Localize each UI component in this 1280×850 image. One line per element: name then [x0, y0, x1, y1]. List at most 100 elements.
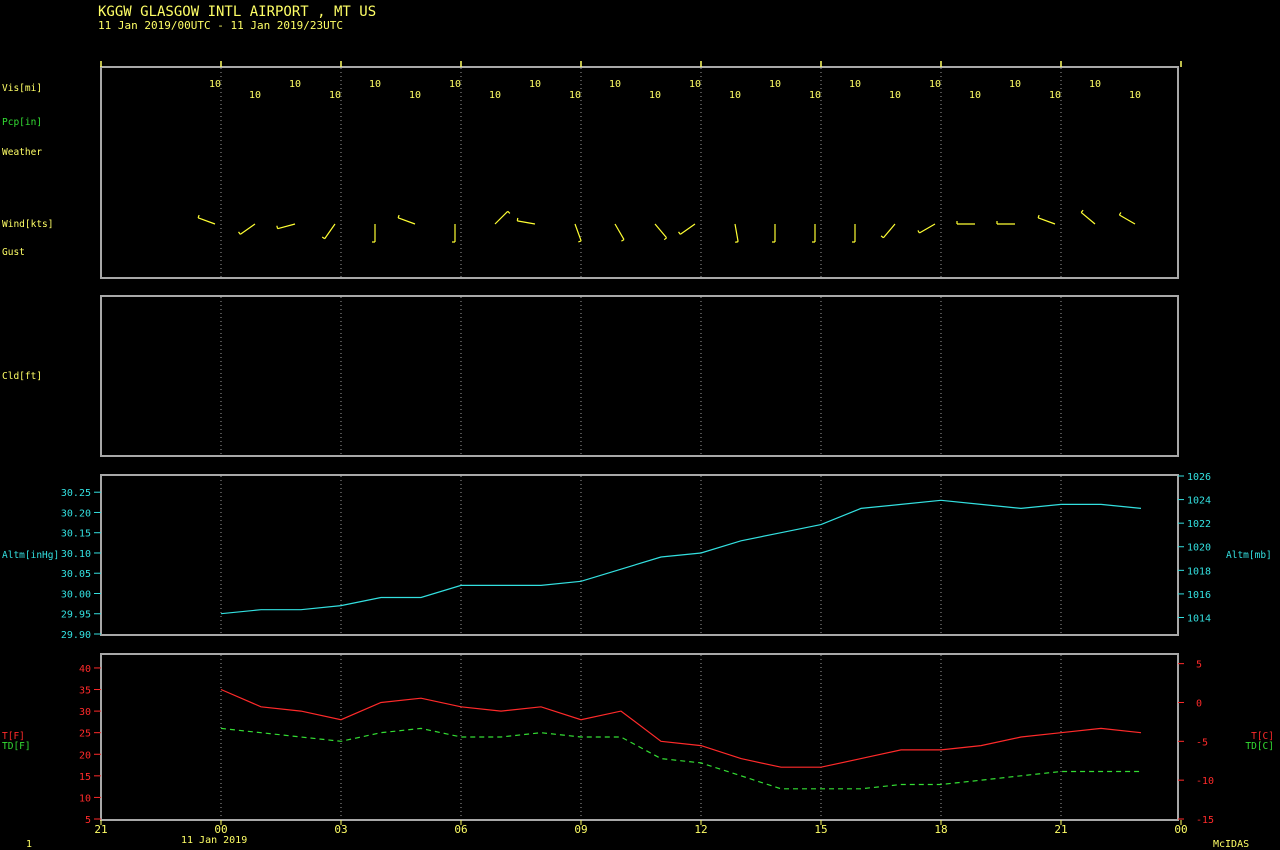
wind-barb [734, 223, 739, 242]
altimeter-mb-tick-label: 1022 [1187, 519, 1211, 530]
temperature-f-tick-label: 10 [79, 793, 91, 804]
wind-barb-flag [1080, 209, 1084, 213]
wind-barb [324, 223, 336, 240]
time-range: 11 Jan 2019/00UTC - 11 Jan 2019/23UTC [98, 19, 343, 32]
x-tick-label: 21 [1054, 823, 1067, 836]
altimeter-inhg-tick-label: 30.15 [61, 529, 91, 540]
visibility-value: 10 [969, 90, 981, 101]
wind-barb-flag [663, 237, 667, 241]
visibility-value: 10 [889, 90, 901, 101]
temperature-f-tick-label: 5 [85, 815, 91, 826]
altimeter-mb-tick-label: 1020 [1187, 543, 1211, 554]
wind-barb [574, 223, 582, 242]
altimeter-mb-label: Altm[mb] [1226, 550, 1272, 561]
wind-barb [1037, 217, 1056, 225]
temperature-layer: 5 10 15 20 25 30 35 40 5 0 -5 -10 -15 [79, 660, 1214, 826]
visibility-value: 10 [289, 79, 301, 90]
dewpoint-f-label: TD[F] [2, 741, 31, 752]
altimeter-inhg-tick-label: 30.20 [61, 508, 91, 519]
x-tick-label: 09 [574, 823, 587, 836]
gust-label: Gust [2, 247, 25, 258]
x-tick-label: 12 [694, 823, 707, 836]
obs-panel-frame [100, 66, 1179, 279]
temperature-c-tick-label: -15 [1196, 815, 1214, 826]
x-tick-label: 18 [934, 823, 947, 836]
visibility-value: 10 [729, 90, 741, 101]
temperature-f-tick-label: 25 [79, 729, 91, 740]
obs-layer: 10 10 10 10 10 10 10 10 10 10 10 10 10 10 10 10 10 10 10 10… [197, 79, 1141, 243]
visibility-value: 10 [609, 79, 621, 90]
altimeter-inhg-tick-label: 30.10 [61, 549, 91, 560]
wind-barb-flag [735, 241, 739, 243]
visibility-value: 10 [649, 90, 661, 101]
altimeter-inhg-tick-label: 29.90 [61, 630, 91, 641]
weather-label: Weather [2, 147, 42, 158]
x-tick-label: 00 [214, 823, 227, 836]
altimeter-mb-tick-label: 1014 [1187, 613, 1211, 624]
x-tick-label: 21 [94, 823, 107, 836]
visibility-value: 10 [1049, 90, 1061, 101]
visibility-value: 10 [1009, 79, 1021, 90]
wind-barb-flag [1037, 214, 1040, 219]
wind-barb-flag [917, 230, 920, 234]
visibility-value: 10 [689, 79, 701, 90]
visibility-value: 10 [569, 90, 581, 101]
temperature-panel-frame [100, 653, 1179, 821]
cloud-label: Cld[ft] [2, 371, 42, 382]
visibility-value: 10 [529, 79, 541, 90]
altimeter-panel-frame [100, 474, 1179, 636]
temperature-c-tick-label: -5 [1196, 737, 1208, 748]
visibility-value: 10 [809, 90, 821, 101]
wind-barb-flag [321, 236, 326, 240]
temperature-f-tick-label: 15 [79, 772, 91, 783]
wind-barb [1080, 211, 1096, 225]
visibility-value: 10 [769, 79, 781, 90]
dewpoint-line [220, 727, 1141, 790]
altimeter-inhg-tick-label: 30.25 [61, 488, 91, 499]
mcidas-label: McIDAS [1213, 839, 1249, 850]
x-tick-label: 00 [1174, 823, 1187, 836]
visibility-value: 10 [329, 90, 341, 101]
wind-barb [277, 223, 296, 230]
dewpoint-c-label: TD[C] [1245, 741, 1274, 752]
visibility-value: 10 [209, 79, 221, 90]
wind-barb [1119, 214, 1136, 225]
altimeter-mb-tick-label: 1026 [1187, 472, 1211, 483]
altimeter-inhg-tick-label: 30.05 [61, 569, 91, 580]
wind-barb-flag [578, 240, 582, 243]
wind-barb-flag [516, 217, 519, 221]
visibility-value: 10 [849, 79, 861, 90]
wind-barb [239, 223, 256, 235]
precip-label: Pcp[in] [2, 117, 42, 128]
x-tick-label: 03 [334, 823, 347, 836]
altimeter-mb-tick-label: 1024 [1187, 496, 1211, 507]
altimeter-layer: 29.90 30.00 30.05 30.10 30.15 30.20 30.25 29.95… [61, 472, 1211, 641]
wind-barb-flag [197, 214, 200, 219]
visibility-value: 10 [409, 90, 421, 101]
axis-layer: 21 00 03 06 09 12 15 18 21 00 [94, 61, 1188, 836]
visibility-value: 10 [249, 90, 261, 101]
altimeter-inhg-tick-label: 30.00 [61, 589, 91, 600]
wind-barb [494, 210, 509, 225]
cloud-panel-frame [100, 295, 1179, 457]
meteogram: KGGW GLASGOW INTL AIRPORT , MT US 11 Jan… [2, 4, 1274, 850]
temperature-f-tick-label: 30 [79, 707, 91, 718]
date-label: 11 Jan 2019 [181, 835, 247, 846]
visibility-value: 10 [489, 90, 501, 101]
wind-barb [919, 223, 936, 234]
wind-barb [517, 220, 536, 225]
visibility-label: Vis[mi] [2, 83, 42, 94]
temperature-c-tick-label: 0 [1196, 698, 1202, 709]
wind-barb [397, 217, 416, 225]
temperature-c-tick-label: -10 [1196, 776, 1214, 787]
wind-barb-flag [397, 214, 400, 219]
grid-layer [220, 68, 1062, 819]
altimeter-inhg-tick-label: 29.95 [61, 610, 91, 621]
visibility-value: 10 [1089, 79, 1101, 90]
x-tick-label: 06 [454, 823, 467, 836]
temperature-f-tick-label: 40 [79, 664, 91, 675]
visibility-value: 10 [929, 79, 941, 90]
temperature-f-tick-label: 20 [79, 750, 91, 761]
temperature-f-tick-label: 35 [79, 686, 91, 697]
temperature-c-tick-label: 5 [1196, 660, 1202, 671]
